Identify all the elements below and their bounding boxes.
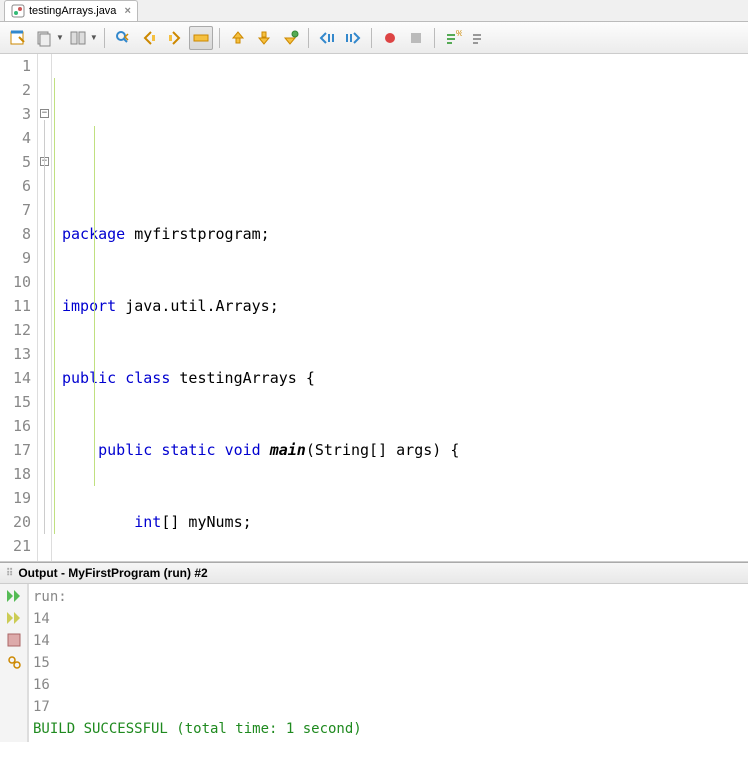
line-number: 15 [10, 390, 31, 414]
output-title: Output - MyFirstProgram (run) #2 [18, 566, 207, 580]
fold-line [44, 120, 45, 534]
code-editor[interactable]: 1 2 3 4 5 6 7 8 9 10 11 12 13 14 15 16 1… [0, 54, 748, 562]
line-number: 18 [10, 462, 31, 486]
output-line-success: BUILD SUCCESSFUL (total time: 1 second) [33, 718, 362, 740]
output-panel: ⠿ Output - MyFirstProgram (run) #2 run: … [0, 562, 748, 742]
separator [104, 28, 105, 48]
output-line: 14 [33, 608, 362, 630]
tab-filename: testingArrays.java [29, 5, 116, 17]
line-number: 16 [10, 414, 31, 438]
line-number: 2 [10, 78, 31, 102]
line-number: 6 [10, 174, 31, 198]
line-number: 17 [10, 438, 31, 462]
output-body: run: 14 14 15 16 17 BUILD SUCCESSFUL (to… [0, 584, 748, 742]
file-tabs: testingArrays.java × [0, 0, 748, 22]
uncomment-button[interactable] [467, 26, 491, 50]
line-number: 4 [10, 126, 31, 150]
line-number: 8 [10, 222, 31, 246]
line-number: 12 [10, 318, 31, 342]
output-text[interactable]: run: 14 14 15 16 17 BUILD SUCCESSFUL (to… [28, 584, 366, 742]
find-prev-button[interactable] [137, 26, 161, 50]
output-header[interactable]: ⠿ Output - MyFirstProgram (run) #2 [0, 563, 748, 584]
prev-bookmark-button[interactable] [226, 26, 250, 50]
output-line: 14 [33, 630, 362, 652]
svg-text:%: % [456, 29, 462, 38]
line-gutter: 1 2 3 4 5 6 7 8 9 10 11 12 13 14 15 16 1… [0, 54, 38, 561]
source-button[interactable] [6, 26, 30, 50]
shift-left-button[interactable] [315, 26, 339, 50]
line-number: 3 [10, 102, 31, 126]
code-line: public static void main(String[] args) { [62, 438, 748, 462]
shift-right-button[interactable] [341, 26, 365, 50]
editor-toolbar: ▼ ▼ % [0, 22, 748, 54]
dropdown-arrow-icon[interactable]: ▼ [56, 33, 64, 42]
line-number: 9 [10, 246, 31, 270]
close-icon[interactable]: × [124, 5, 130, 17]
separator [371, 28, 372, 48]
separator [308, 28, 309, 48]
next-bookmark-button[interactable] [252, 26, 276, 50]
line-number: 7 [10, 198, 31, 222]
fold-column: − − [38, 54, 52, 561]
separator [434, 28, 435, 48]
line-number: 1 [10, 54, 31, 78]
code-line: package myfirstprogram; [62, 222, 748, 246]
macro-record-button[interactable] [378, 26, 402, 50]
code-line [62, 150, 748, 174]
line-number: 20 [10, 510, 31, 534]
output-line: run: [33, 586, 362, 608]
code-line: int[] myNums; [62, 510, 748, 534]
output-line: 15 [33, 652, 362, 674]
code-line: import java.util.Arrays; [62, 294, 748, 318]
find-next-button[interactable] [163, 26, 187, 50]
output-toolbar [0, 584, 28, 742]
highlight-button[interactable] [189, 26, 213, 50]
line-number: 10 [10, 270, 31, 294]
stop-output-button[interactable] [4, 631, 24, 649]
macro-stop-button[interactable] [404, 26, 428, 50]
code-area[interactable]: package myfirstprogram; import java.util… [52, 54, 748, 561]
output-line: 17 [33, 696, 362, 718]
history-button[interactable] [32, 26, 56, 50]
output-line: 16 [33, 674, 362, 696]
rerun-button[interactable] [4, 587, 24, 605]
separator [219, 28, 220, 48]
file-tab-testingarrays[interactable]: testingArrays.java × [4, 0, 138, 21]
dropdown-arrow-icon[interactable]: ▼ [90, 33, 98, 42]
scope-bar [94, 126, 95, 486]
line-number: 19 [10, 486, 31, 510]
settings-output-button[interactable] [4, 653, 24, 671]
line-number: 21 [10, 534, 31, 558]
line-number: 11 [10, 294, 31, 318]
code-line: public class testingArrays { [62, 366, 748, 390]
diff-button[interactable] [66, 26, 90, 50]
line-number: 14 [10, 366, 31, 390]
comment-button[interactable]: % [441, 26, 465, 50]
line-number: 13 [10, 342, 31, 366]
scope-bar [54, 78, 55, 534]
rerun-alt-button[interactable] [4, 609, 24, 627]
line-number: 5 [10, 150, 31, 174]
drag-handle-icon[interactable]: ⠿ [6, 568, 14, 579]
toggle-bookmark-button[interactable] [278, 26, 302, 50]
java-file-icon [11, 4, 25, 18]
find-selection-back-button[interactable] [111, 26, 135, 50]
fold-toggle-icon[interactable]: − [40, 109, 49, 118]
